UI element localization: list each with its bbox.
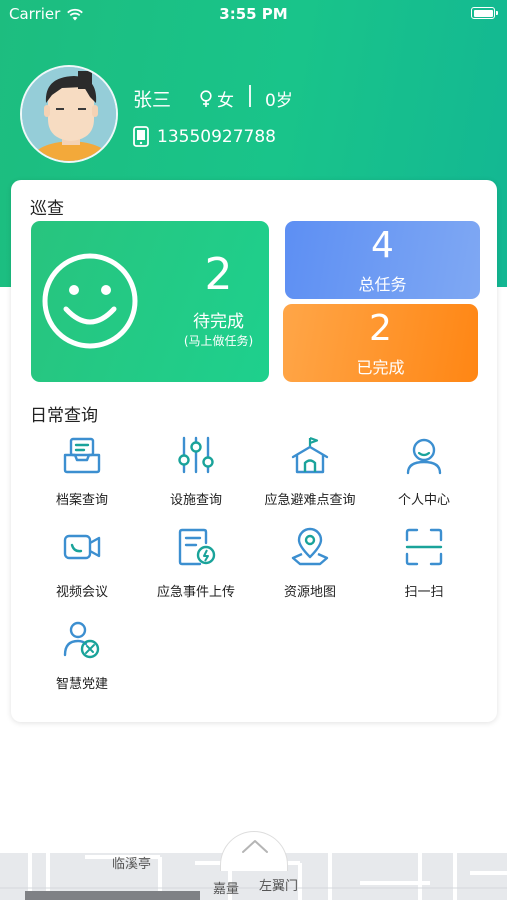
patrol-section-title: 巡查 (30, 199, 64, 219)
party-member-icon (63, 621, 100, 659)
main-card: 巡查 2 待完成 (马上做任务) 4 总任务 2 已完成 日常查询 档案查询 设… (11, 180, 497, 722)
battery-icon (471, 7, 498, 19)
grid-item-scan[interactable]: 扫一扫 (367, 527, 481, 607)
map-pin-icon (291, 527, 329, 566)
pending-tasks-tile[interactable]: 2 待完成 (马上做任务) (31, 221, 269, 382)
total-label: 总任务 (358, 275, 407, 294)
avatar-illustration (22, 67, 116, 161)
grid-item-label: 应急避难点查询 (264, 493, 356, 508)
mobile-phone-icon (133, 126, 149, 147)
person-icon (406, 438, 442, 475)
grid-item-label: 扫一扫 (404, 585, 444, 600)
map-expand-button[interactable] (220, 831, 288, 871)
grid-item-emergency-upload[interactable]: 应急事件上传 (139, 527, 253, 607)
grid-item-resource-map[interactable]: 资源地图 (253, 527, 367, 607)
grid-item-label: 视频会议 (55, 585, 108, 600)
grid-item-smart-party[interactable]: 智慧党建 (25, 619, 139, 699)
map-label-zuoyimen: 左翼门 (259, 879, 299, 894)
shelter-house-icon (291, 436, 329, 474)
pending-hint: (马上做任务) (183, 334, 254, 348)
age-value: 0岁 (265, 91, 293, 111)
completed-count: 2 (369, 308, 392, 349)
pending-count: 2 (204, 249, 233, 300)
profile-divider (249, 85, 251, 107)
grid-item-label: 档案查询 (55, 493, 108, 508)
status-time: 3:55 PM (219, 5, 288, 23)
avatar[interactable] (20, 65, 118, 163)
chevron-up-icon (242, 840, 268, 853)
gender-value: 女 (217, 91, 234, 111)
female-symbol-icon (200, 89, 212, 107)
grid-item-shelter-query[interactable]: 应急避难点查询 (253, 435, 367, 515)
archive-tray-icon (63, 437, 101, 474)
completed-label: 已完成 (356, 358, 405, 377)
grid-item-facility-query[interactable]: 设施查询 (139, 435, 253, 515)
grid-item-label: 个人中心 (397, 493, 450, 508)
daily-section-title: 日常查询 (30, 406, 98, 426)
status-bar: Carrier 3:55 PM (0, 0, 507, 28)
grid-item-label: 资源地图 (283, 585, 336, 600)
phone-number: 13550927788 (157, 126, 276, 147)
grid-item-archive-query[interactable]: 档案查询 (25, 435, 139, 515)
pending-label: 待完成 (193, 312, 244, 332)
user-name: 张三 (133, 89, 172, 111)
total-count: 4 (371, 225, 394, 266)
sliders-icon (178, 436, 214, 474)
scan-frame-icon (405, 528, 443, 566)
total-tasks-tile[interactable]: 4 总任务 (285, 221, 480, 299)
map-label-jialiang: 嘉量 (213, 882, 240, 897)
document-upload-icon (178, 528, 216, 566)
gender-info: 女 (199, 86, 234, 111)
smiley-face-icon (42, 253, 138, 349)
completed-tasks-tile[interactable]: 2 已完成 (283, 304, 478, 382)
grid-item-label: 智慧党建 (55, 677, 108, 692)
grid-item-personal-center[interactable]: 个人中心 (367, 435, 481, 515)
grid-item-label: 应急事件上传 (156, 585, 235, 600)
grid-item-video-conference[interactable]: 视频会议 (25, 527, 139, 607)
grid-item-label: 设施查询 (169, 493, 222, 508)
video-camera-icon (63, 534, 101, 560)
phone-info: 13550927788 (133, 126, 276, 147)
map-label-linxiting: 临溪亭 (112, 857, 152, 872)
